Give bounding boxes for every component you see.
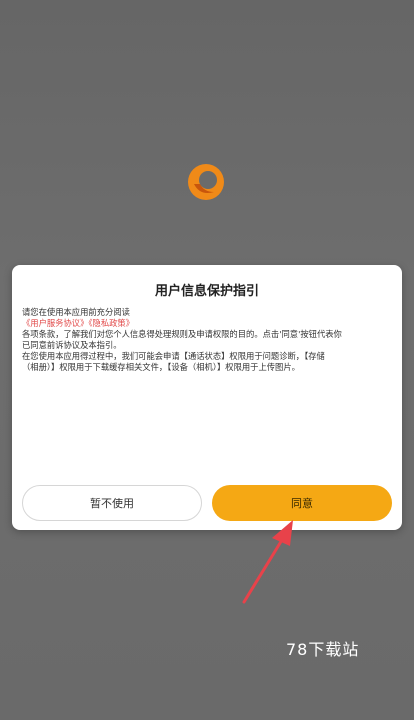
dialog-body: 请您在使用本应用前充分阅读 《用户服务协议》《隐私政策》 各项条款，了解我们对您… bbox=[22, 307, 394, 373]
reject-button[interactable]: 暂不使用 bbox=[22, 485, 202, 521]
agree-button[interactable]: 同意 bbox=[212, 485, 392, 521]
intro-text: 请您在使用本应用前充分阅读 bbox=[22, 307, 130, 317]
para1-line1: 各项条款，了解我们对您个人信息得处理规则及申请权限的目的。点击'同意'按钮代表你 bbox=[22, 329, 342, 339]
privacy-dialog: 用户信息保护指引 请您在使用本应用前充分阅读 《用户服务协议》《隐私政策》 各项… bbox=[12, 265, 402, 530]
para2-line2: （相册）】权限用于下载缓存相关文件，【设备（相机）】权限用于上传图片。 bbox=[22, 362, 300, 372]
dialog-title: 用户信息保护指引 bbox=[154, 284, 259, 299]
para2-line1: 在您使用本应用得过程中，我们可能会申请【通话状态】权限用于问题诊断，【存储 bbox=[22, 351, 325, 361]
para1-line2: 已同意前诉协议及本指引。 bbox=[22, 340, 122, 350]
watermark-text: 78下载站 bbox=[286, 640, 360, 659]
agreement-links[interactable]: 《用户服务协议》《隐私政策》 bbox=[22, 318, 394, 329]
app-logo-icon bbox=[188, 164, 224, 200]
